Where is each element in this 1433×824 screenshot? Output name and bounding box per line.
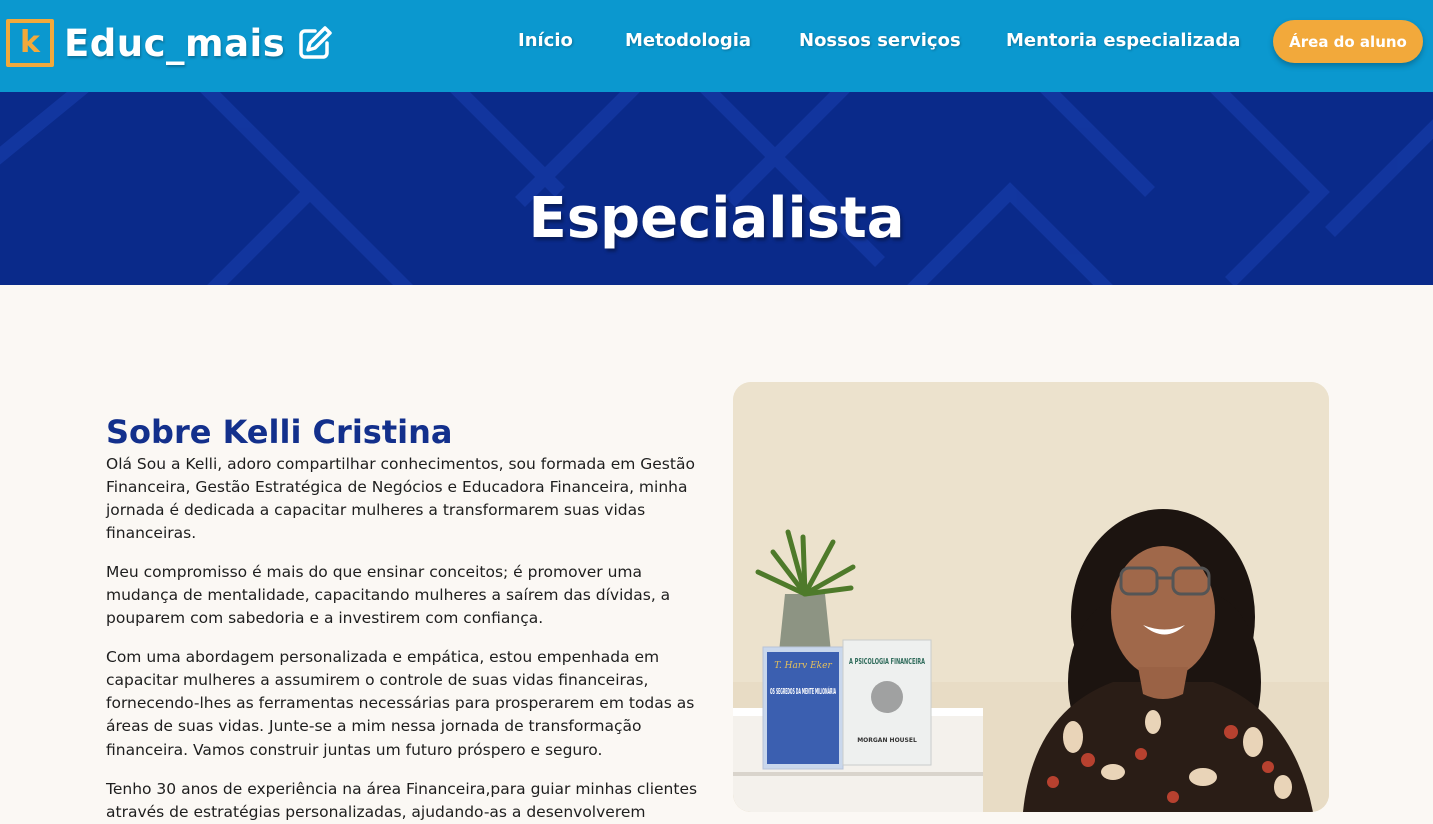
book2-title: A PSICOLOGIA FINANCEIRA xyxy=(849,657,926,666)
navbar: k Educ_mais Início Metodologia Nossos se… xyxy=(0,0,1433,92)
nav-metodologia[interactable]: Metodologia xyxy=(625,30,751,51)
photo-illustration: T. Harv Eker OS SEGREDOS DA MENTE MILION… xyxy=(733,382,1329,812)
nav-inicio[interactable]: Início xyxy=(518,30,573,51)
page-title: Especialista xyxy=(0,186,1433,251)
nav-nossos-servicos[interactable]: Nossos serviços xyxy=(799,30,961,51)
about-paragraph: Olá Sou a Kelli, adoro compartilhar conh… xyxy=(106,453,706,546)
book1-title: OS SEGREDOS DA MENTE MILIONÁRIA xyxy=(770,685,836,696)
book2-author: MORGAN HOUSEL xyxy=(857,737,917,744)
about-paragraph: Tenho 30 anos de experiência na área Fin… xyxy=(106,778,706,824)
main-nav: Início Metodologia Nossos serviços Mento… xyxy=(0,30,1433,60)
specialist-photo: T. Harv Eker OS SEGREDOS DA MENTE MILION… xyxy=(733,382,1329,812)
book1-author: T. Harv Eker xyxy=(774,661,832,671)
student-area-button[interactable]: Área do aluno xyxy=(1273,20,1423,63)
about-heading: Sobre Kelli Cristina xyxy=(106,413,452,451)
about-paragraph: Com uma abordagem personalizada e empáti… xyxy=(106,646,706,762)
nav-mentoria-especializada[interactable]: Mentoria especializada xyxy=(1006,30,1240,51)
hero-banner: Especialista xyxy=(0,92,1433,285)
about-paragraph: Meu compromisso é mais do que ensinar co… xyxy=(106,561,706,631)
